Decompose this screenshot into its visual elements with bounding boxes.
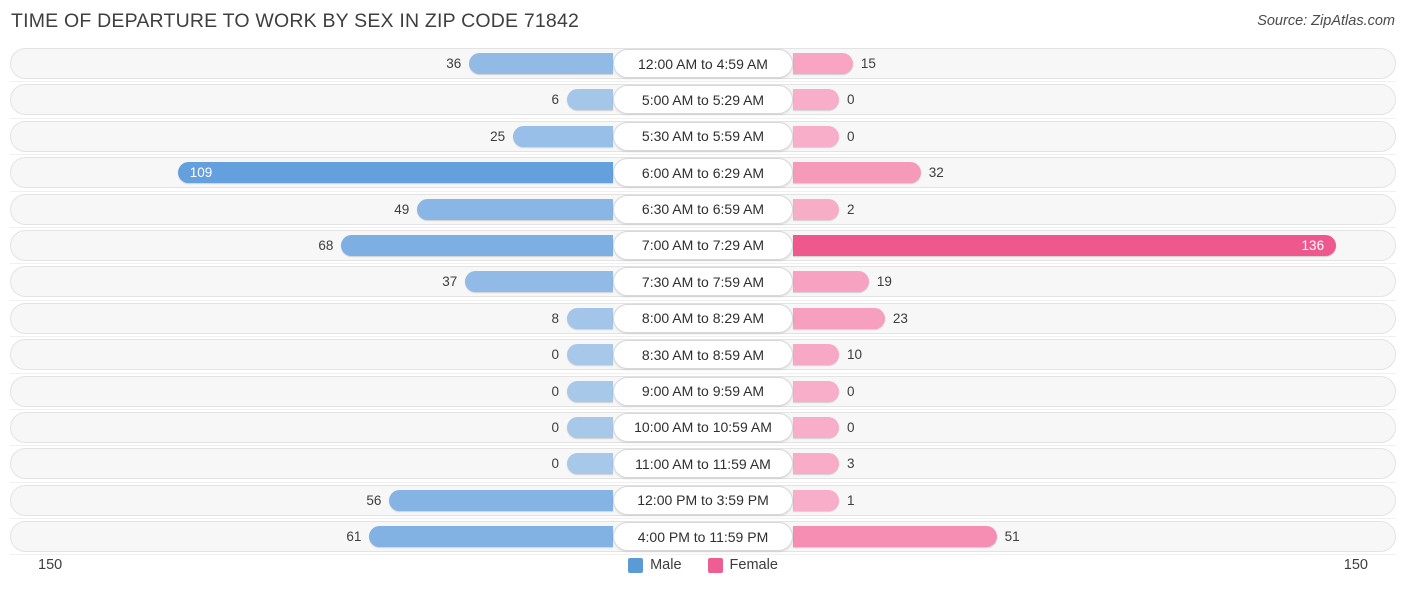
value-label-female: 136 xyxy=(1301,237,1325,253)
value-label-male: 49 xyxy=(394,201,410,217)
value-label-female: 0 xyxy=(847,92,855,108)
bar-male[interactable] xyxy=(369,526,613,548)
value-label-female: 1 xyxy=(847,492,855,508)
chart-row[interactable]: 25 0 5:30 AM to 5:59 AM xyxy=(0,119,1406,156)
value-label-male: 8 xyxy=(551,310,559,326)
diverging-bar-chart: 36 15 12:00 AM to 4:59 AM 6 0 5:00 AM to 5:29… xyxy=(0,46,1406,556)
legend-label-male: Male xyxy=(650,557,682,573)
category-label: 6:30 AM to 6:59 AM xyxy=(613,194,793,224)
bar-male[interactable] xyxy=(567,344,613,366)
category-label: 8:30 AM to 8:59 AM xyxy=(613,340,793,370)
page-title: TIME OF DEPARTURE TO WORK BY SEX IN ZIP … xyxy=(11,10,580,32)
chart-footer: 150 150 Male Female xyxy=(0,549,1406,595)
bar-male[interactable] xyxy=(567,380,613,402)
category-label: 5:00 AM to 5:29 AM xyxy=(613,85,793,115)
bar-male[interactable] xyxy=(567,307,613,329)
bar-male[interactable] xyxy=(417,198,613,220)
chart-row[interactable]: 0 0 10:00 AM to 10:59 AM xyxy=(0,410,1406,447)
chart-row[interactable]: 56 1 12:00 PM to 3:59 PM xyxy=(0,483,1406,520)
bar-female[interactable] xyxy=(793,307,885,329)
bar-male[interactable] xyxy=(567,416,613,438)
legend-item-male[interactable]: Male xyxy=(628,557,682,573)
category-label: 5:30 AM to 5:59 AM xyxy=(613,121,793,151)
bar-female[interactable] xyxy=(793,53,853,74)
value-label-female: 19 xyxy=(876,274,892,290)
chart-row[interactable]: 8 23 8:00 AM to 8:29 AM xyxy=(0,301,1406,338)
bar-male[interactable] xyxy=(465,271,613,293)
chart-row[interactable]: 37 19 7:30 AM to 7:59 AM xyxy=(0,264,1406,301)
bar-female[interactable] xyxy=(793,380,839,402)
source-attribution: Source: ZipAtlas.com xyxy=(1257,13,1395,29)
category-label: 12:00 PM to 3:59 PM xyxy=(613,485,793,515)
chart-row[interactable]: 36 15 12:00 AM to 4:59 AM xyxy=(0,46,1406,83)
value-label-female: 0 xyxy=(847,383,855,399)
value-label-male: 0 xyxy=(551,456,559,472)
value-label-female: 51 xyxy=(1004,529,1020,545)
chart-row[interactable]: 6 0 5:00 AM to 5:29 AM xyxy=(0,82,1406,119)
category-label: 9:00 AM to 9:59 AM xyxy=(613,376,793,406)
value-label-male: 68 xyxy=(318,237,334,253)
chart-row[interactable]: 0 10 8:30 AM to 8:59 AM xyxy=(0,337,1406,374)
bar-male[interactable] xyxy=(567,453,613,475)
bar-female[interactable] xyxy=(793,453,839,475)
value-label-male: 0 xyxy=(551,419,559,435)
bar-male[interactable] xyxy=(469,53,613,74)
value-label-male: 36 xyxy=(446,56,462,71)
value-label-female: 2 xyxy=(847,201,855,217)
value-label-male: 25 xyxy=(490,128,506,144)
chart-row[interactable]: 0 3 11:00 AM to 11:59 AM xyxy=(0,446,1406,483)
bar-male[interactable] xyxy=(177,162,613,184)
bar-female[interactable] xyxy=(793,526,997,548)
category-label: 6:00 AM to 6:29 AM xyxy=(613,158,793,188)
bar-female[interactable] xyxy=(793,125,839,147)
chart-row[interactable]: 0 0 9:00 AM to 9:59 AM xyxy=(0,374,1406,410)
value-label-female: 10 xyxy=(847,347,863,363)
bar-male[interactable] xyxy=(513,125,613,147)
bar-female[interactable] xyxy=(793,89,839,111)
value-label-male: 56 xyxy=(366,492,382,508)
chart-row[interactable]: 109 32 6:00 AM to 6:29 AM xyxy=(0,155,1406,192)
value-label-male: 0 xyxy=(551,347,559,363)
legend-swatch-female-icon xyxy=(707,557,723,573)
category-label: 7:30 AM to 7:59 AM xyxy=(613,267,793,297)
bar-male[interactable] xyxy=(389,489,613,511)
value-label-female: 15 xyxy=(860,56,876,71)
legend-swatch-male-icon xyxy=(628,557,644,573)
value-label-male: 61 xyxy=(346,529,362,545)
chart-row[interactable]: 49 2 6:30 AM to 6:59 AM xyxy=(0,192,1406,228)
chart-header: TIME OF DEPARTURE TO WORK BY SEX IN ZIP … xyxy=(0,0,1406,46)
legend-item-female[interactable]: Female xyxy=(707,557,778,573)
bar-female[interactable] xyxy=(793,162,921,184)
category-label: 12:00 AM to 4:59 AM xyxy=(613,49,793,78)
category-label: 7:00 AM to 7:29 AM xyxy=(613,230,793,260)
category-label: 4:00 PM to 11:59 PM xyxy=(613,522,793,552)
bar-female[interactable] xyxy=(793,234,1337,256)
chart-legend: Male Female xyxy=(0,557,1406,573)
bar-female[interactable] xyxy=(793,416,839,438)
value-label-male: 0 xyxy=(551,383,559,399)
value-label-female: 0 xyxy=(847,128,855,144)
bar-female[interactable] xyxy=(793,271,869,293)
bar-female[interactable] xyxy=(793,344,839,366)
value-label-male: 6 xyxy=(551,92,559,108)
value-label-male: 109 xyxy=(189,165,213,181)
chart-row[interactable]: 68 136 7:00 AM to 7:29 AM xyxy=(0,228,1406,265)
bar-female[interactable] xyxy=(793,198,839,220)
value-label-female: 3 xyxy=(847,456,855,472)
value-label-female: 0 xyxy=(847,419,855,435)
category-label: 11:00 AM to 11:59 AM xyxy=(613,449,793,479)
bar-male[interactable] xyxy=(341,234,613,256)
value-label-female: 23 xyxy=(892,310,908,326)
category-label: 10:00 AM to 10:59 AM xyxy=(613,412,793,442)
bar-female[interactable] xyxy=(793,489,839,511)
bar-male[interactable] xyxy=(567,89,613,111)
value-label-male: 37 xyxy=(442,274,458,290)
legend-label-female: Female xyxy=(729,557,778,573)
category-label: 8:00 AM to 8:29 AM xyxy=(613,303,793,333)
value-label-female: 32 xyxy=(928,165,944,181)
